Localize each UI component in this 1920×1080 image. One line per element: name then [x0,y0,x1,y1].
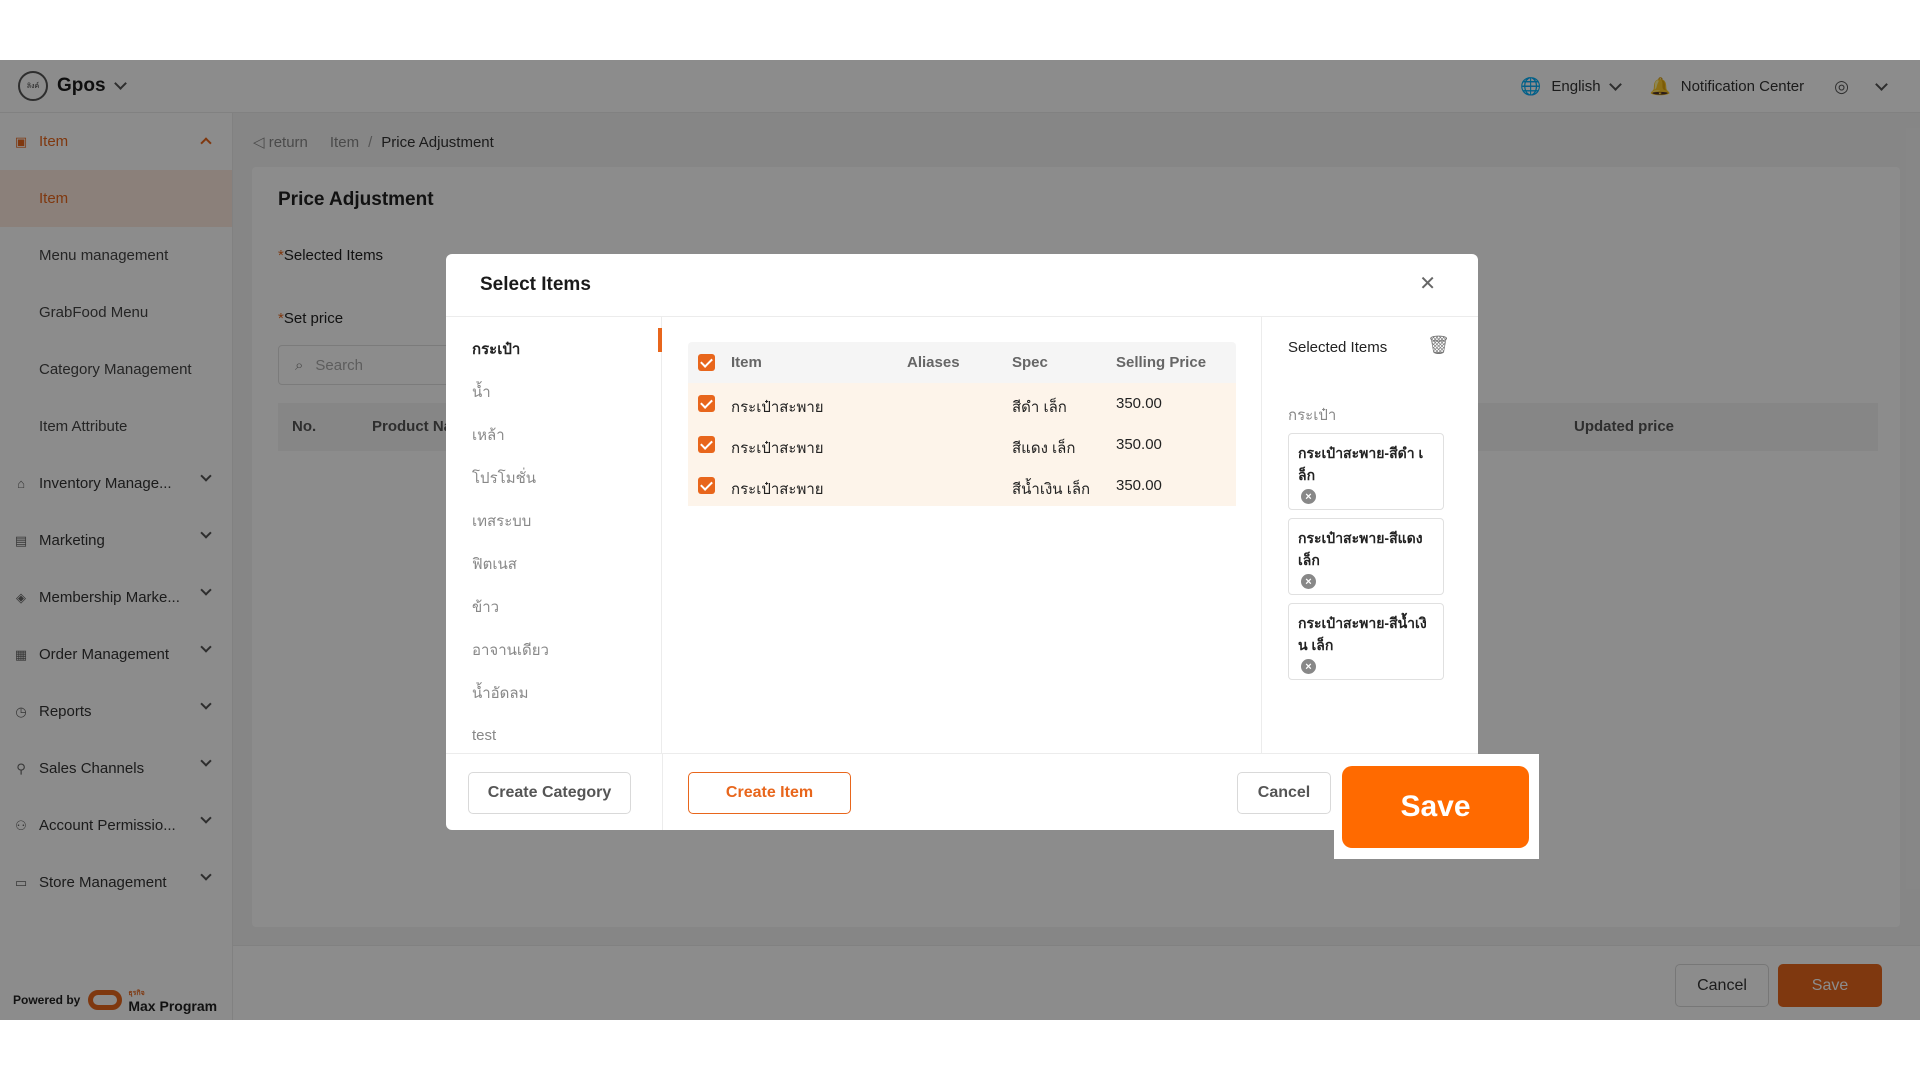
modal-title: Select Items [480,274,591,295]
table-row[interactable]: กระเป๋าสะพาย สีแดง เล็ก 350.00 [688,424,1236,465]
modal-cancel-button[interactable]: Cancel [1237,772,1331,814]
category-item[interactable]: กระเป๋า [446,327,662,370]
row-checkbox[interactable] [698,395,715,412]
category-item[interactable]: เหล้า [446,413,661,456]
chip-label-line: ล็ก [1298,467,1316,483]
items-table-header: Item Aliases Spec Selling Price [688,342,1236,383]
chip-label-line: น เล็ก [1298,637,1334,653]
category-item[interactable]: น้ำอัดลม [446,671,661,714]
row-spec: สีดำ เล็ก [1012,399,1067,416]
category-list: กระเป๋า น้ำ เหล้า โปรโมชั่น เทสระบบ ฟิตเ… [446,317,662,753]
row-price: 350.00 [1116,395,1162,412]
select-all-checkbox[interactable] [698,354,715,371]
row-price: 350.00 [1116,436,1162,453]
remove-chip-icon[interactable]: × [1301,489,1316,504]
create-item-button[interactable]: Create Item [688,772,851,814]
row-item: กระเป๋าสะพาย [731,440,824,457]
category-item[interactable]: น้ำ [446,370,661,413]
remove-chip-icon[interactable]: × [1301,574,1316,589]
selected-item-chip: กระเป๋าสะพาย-สีน้ำเงิ น เล็ก × [1288,603,1444,680]
category-item[interactable]: โปรโมชั่น [446,456,661,499]
chip-label-line: กระเป๋าสะพาย-สีแดง [1298,530,1423,546]
selected-items-title: Selected Items [1288,339,1388,356]
category-item[interactable]: เทสระบบ [446,499,661,542]
chip-label-line: กระเป๋าสะพาย-สีน้ำเงิ [1298,615,1427,631]
column-aliases: Aliases [907,354,960,371]
selected-item-chip: กระเป๋าสะพาย-สีแดง เล็ก × [1288,518,1444,595]
selected-item-chip: กระเป๋าสะพาย-สีดำ เ ล็ก × [1288,433,1444,510]
row-price: 350.00 [1116,477,1162,494]
row-checkbox[interactable] [698,436,715,453]
category-item[interactable]: ฟิตเนส [446,542,661,585]
row-checkbox[interactable] [698,477,715,494]
column-selling-price: Selling Price [1116,354,1207,371]
modal-save-button[interactable]: Save [1342,766,1529,848]
chip-label-line: เล็ก [1298,552,1320,568]
column-spec: Spec [1012,354,1048,371]
app-window: ลิงค์ Gpos 🌐 English 🔔 Notification Cent… [0,60,1920,1020]
row-item: กระเป๋าสะพาย [731,399,824,416]
select-items-modal: Select Items ✕ กระเป๋า น้ำ เหล้า โปรโมชั… [446,254,1478,830]
row-item: กระเป๋าสะพาย [731,481,824,498]
save-button-highlight: Save [1334,754,1539,859]
selected-items-panel: Selected Items 🗑 กระเป๋า กระเป๋าสะพาย-สี… [1262,317,1478,753]
table-row[interactable]: กระเป๋าสะพาย สีน้ำเงิน เล็ก 350.00 [688,465,1236,506]
table-row[interactable]: กระเป๋าสะพาย สีดำ เล็ก 350.00 [688,383,1236,424]
chip-label-line: กระเป๋าสะพาย-สีดำ เ [1298,445,1424,461]
items-table: Item Aliases Spec Selling Price กระเป๋าส… [662,317,1262,753]
category-item[interactable]: อาจานเดียว [446,628,661,671]
row-spec: สีแดง เล็ก [1012,440,1076,457]
create-category-button[interactable]: Create Category [468,772,631,814]
row-spec: สีน้ำเงิน เล็ก [1012,481,1091,498]
column-item: Item [731,354,762,371]
close-icon[interactable]: ✕ [1419,271,1436,296]
category-item[interactable]: ข้าว [446,585,661,628]
remove-chip-icon[interactable]: × [1301,659,1316,674]
modal-footer: Create Category Create Item Cancel [446,753,1478,830]
trash-icon[interactable]: 🗑 [1427,335,1450,356]
category-item[interactable]: test [446,714,661,757]
modal-header: Select Items ✕ [446,254,1478,317]
footer-divider [662,754,663,830]
selected-category-label: กระเป๋า [1288,407,1337,424]
